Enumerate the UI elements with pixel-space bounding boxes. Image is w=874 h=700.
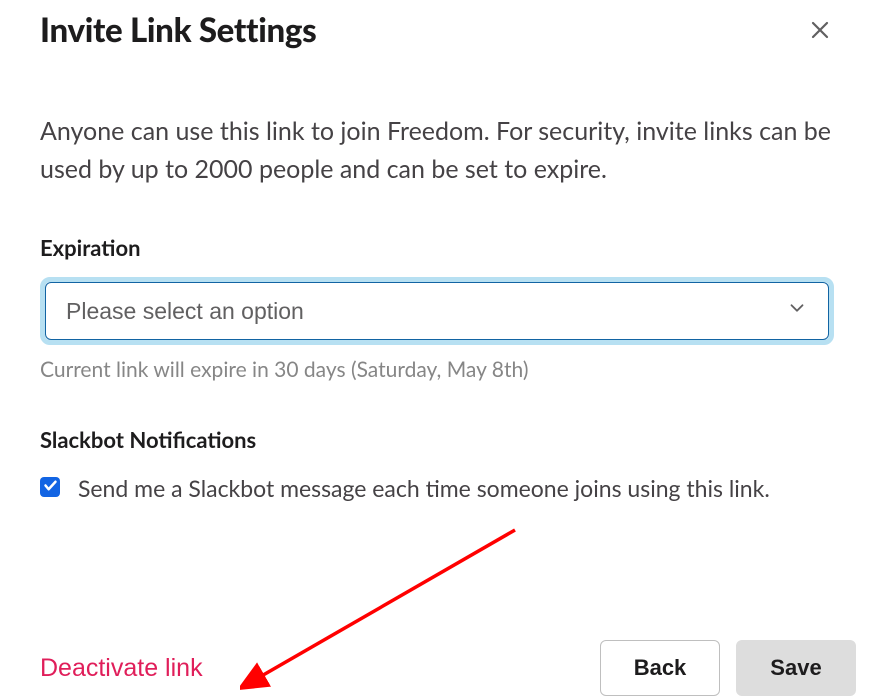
- expiration-select[interactable]: Please select an option: [45, 282, 829, 340]
- expiration-select-focus-ring: Please select an option: [40, 277, 834, 345]
- expiration-label: Expiration: [40, 234, 834, 261]
- notifications-checkbox-row: Send me a Slackbot message each time som…: [40, 471, 834, 507]
- dialog-footer: Deactivate link Back Save: [0, 640, 874, 696]
- dialog-title: Invite Link Settings: [40, 10, 316, 50]
- close-icon: [808, 18, 832, 45]
- notifications-label: Slackbot Notifications: [40, 426, 834, 453]
- dialog-description: Anyone can use this link to join Freedom…: [40, 113, 834, 188]
- save-button[interactable]: Save: [736, 640, 856, 696]
- deactivate-link-button[interactable]: Deactivate link: [40, 654, 203, 683]
- close-button[interactable]: [802, 12, 838, 51]
- check-icon: [43, 478, 58, 496]
- invite-link-settings-dialog: Invite Link Settings Anyone can use this…: [0, 0, 874, 696]
- notifications-checkbox[interactable]: [40, 477, 60, 497]
- notifications-checkbox-label[interactable]: Send me a Slackbot message each time som…: [78, 471, 770, 507]
- dialog-header: Invite Link Settings: [0, 0, 874, 51]
- chevron-down-icon: [786, 297, 808, 325]
- expiration-select-value: Please select an option: [66, 298, 304, 325]
- dialog-body: Anyone can use this link to join Freedom…: [0, 113, 874, 507]
- expiration-hint: Current link will expire in 30 days (Sat…: [40, 357, 834, 382]
- back-button[interactable]: Back: [600, 640, 720, 696]
- expiration-select-wrap: Please select an option: [40, 277, 834, 345]
- footer-button-group: Back Save: [600, 640, 856, 696]
